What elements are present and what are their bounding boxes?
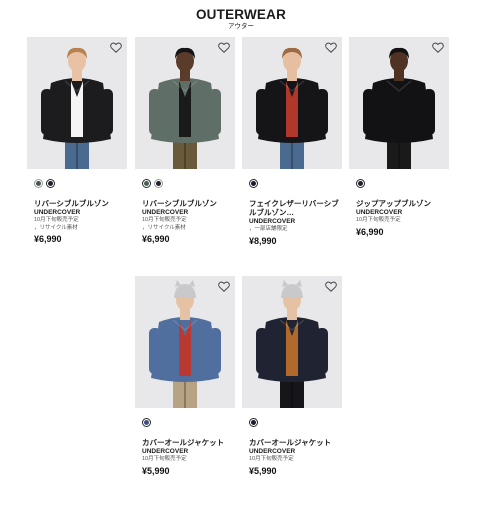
color-swatch[interactable]: [142, 179, 151, 188]
category-title: OUTERWEAR: [195, 7, 287, 22]
product-brand: UNDERCOVER: [249, 218, 296, 225]
product-name[interactable]: リバーシブルブルゾン: [142, 199, 234, 208]
product-name[interactable]: リバーシブルブルゾン: [34, 199, 126, 208]
product-brand: UNDERCOVER: [142, 448, 189, 455]
color-swatches: [249, 418, 258, 429]
product-note: 10月下旬販売予定: [142, 217, 187, 223]
product-card[interactable]: リバーシブルブルゾン UNDERCOVER 10月下旬販売予定 ，リサイクル素材 …: [27, 37, 127, 244]
color-swatch[interactable]: [356, 179, 365, 188]
color-swatches: [356, 179, 365, 190]
color-swatch[interactable]: [142, 418, 151, 427]
product-image[interactable]: [27, 37, 127, 169]
product-price: ¥6,990: [356, 226, 384, 237]
product-price: ¥5,990: [142, 465, 170, 476]
color-swatches: [142, 179, 163, 190]
product-name[interactable]: フェイクレザーリバーシブルブルゾン…: [249, 199, 341, 217]
color-swatches: [34, 179, 55, 190]
color-swatch[interactable]: [249, 418, 258, 427]
product-name[interactable]: カバーオールジャケット: [249, 438, 341, 447]
product-brand: UNDERCOVER: [249, 448, 296, 455]
product-note: 10月下旬販売予定: [34, 217, 79, 223]
product-info: リバーシブルブルゾン UNDERCOVER 10月下旬販売予定 ，リサイクル素材 …: [34, 199, 126, 245]
favorite-heart-icon[interactable]: [218, 281, 230, 292]
color-swatch[interactable]: [154, 179, 163, 188]
product-note: ，リサイクル素材: [34, 224, 78, 231]
product-note: 10月下旬販売予定: [356, 217, 401, 223]
product-note: ，一部店舗限定: [249, 226, 288, 232]
product-note: ，リサイクル素材: [142, 224, 186, 231]
product-price: ¥8,990: [249, 235, 277, 246]
product-brand: UNDERCOVER: [142, 209, 189, 216]
color-swatches: [249, 179, 258, 190]
product-name[interactable]: カバーオールジャケット: [142, 438, 234, 447]
product-name[interactable]: ジップアップブルゾン: [356, 199, 448, 208]
product-info: カバーオールジャケット UNDERCOVER 10月下旬販売予定 ¥5,990: [249, 438, 341, 477]
product-card[interactable]: リバーシブルブルゾン UNDERCOVER 10月下旬販売予定 ，リサイクル素材 …: [135, 37, 235, 244]
product-card[interactable]: フェイクレザーリバーシブルブルゾン… UNDERCOVER ，一部店舗限定 ¥8…: [242, 37, 342, 246]
product-card[interactable]: カバーオールジャケット UNDERCOVER 10月下旬販売予定 ¥5,990: [242, 276, 342, 476]
favorite-heart-icon[interactable]: [110, 42, 122, 53]
product-info: カバーオールジャケット UNDERCOVER 10月下旬販売予定 ¥5,990: [142, 438, 234, 477]
category-header: OUTERWEAR アウター: [0, 8, 482, 31]
product-image[interactable]: [349, 37, 449, 169]
favorite-heart-icon[interactable]: [218, 42, 230, 53]
product-image[interactable]: [242, 276, 342, 408]
product-image[interactable]: [135, 37, 235, 169]
color-swatches: [142, 418, 151, 429]
category-subtitle: アウター: [228, 23, 254, 30]
product-info: フェイクレザーリバーシブルブルゾン… UNDERCOVER ，一部店舗限定 ¥8…: [249, 199, 341, 247]
product-info: リバーシブルブルゾン UNDERCOVER 10月下旬販売予定 ，リサイクル素材 …: [142, 199, 234, 245]
favorite-heart-icon[interactable]: [325, 42, 337, 53]
product-note: 10月下旬販売予定: [142, 456, 187, 462]
product-brand: UNDERCOVER: [356, 209, 403, 216]
color-swatch[interactable]: [249, 179, 258, 188]
product-price: ¥6,990: [142, 234, 170, 244]
product-price: ¥5,990: [249, 465, 277, 476]
favorite-heart-icon[interactable]: [325, 281, 337, 292]
product-card[interactable]: カバーオールジャケット UNDERCOVER 10月下旬販売予定 ¥5,990: [135, 276, 235, 476]
product-price: ¥6,990: [34, 234, 62, 244]
product-image[interactable]: [135, 276, 235, 408]
color-swatch[interactable]: [34, 179, 43, 188]
favorite-heart-icon[interactable]: [432, 42, 444, 53]
color-swatch[interactable]: [46, 179, 55, 188]
product-card[interactable]: ジップアップブルゾン UNDERCOVER 10月下旬販売予定 ¥6,990: [349, 37, 449, 237]
product-brand: UNDERCOVER: [34, 209, 81, 216]
product-note: 10月下旬販売予定: [249, 456, 294, 462]
product-image[interactable]: [242, 37, 342, 169]
product-info: ジップアップブルゾン UNDERCOVER 10月下旬販売予定 ¥6,990: [356, 199, 448, 238]
